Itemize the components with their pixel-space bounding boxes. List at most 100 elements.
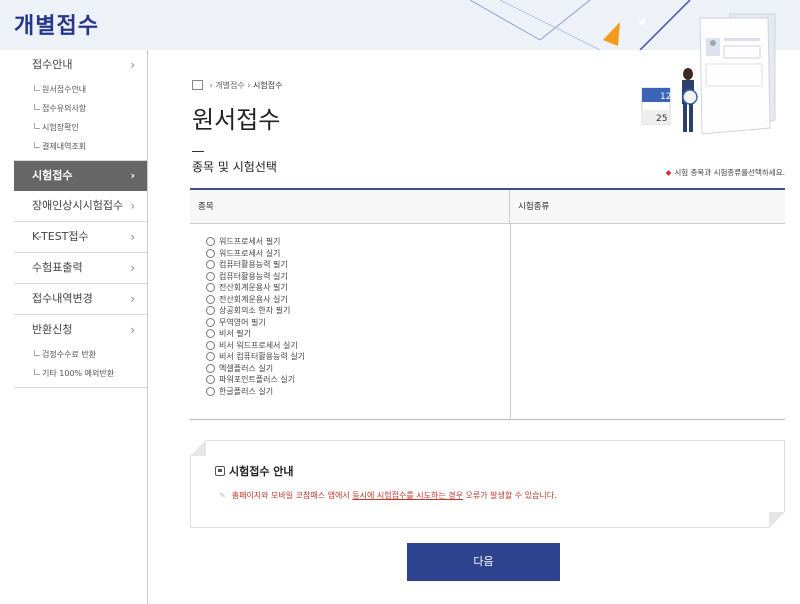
radio-button[interactable] [206,363,215,373]
sidebar-subitem-fee-refund[interactable]: 검정수수료 반환 [14,345,147,364]
radio-option[interactable]: 상공회의소 한자 필기 [206,305,305,317]
chevron-right-icon: › [130,292,135,306]
radio-button[interactable] [206,306,215,316]
chevron-right-icon: › [130,323,135,337]
radio-button[interactable] [206,340,215,350]
sidebar-subitem-test-site[interactable]: 시험장확인 [14,118,147,137]
radio-label: 컴퓨터활용능력 실기 [219,271,288,281]
document-illustration: 12 25 [630,10,800,150]
sidebar-subitem-payment-history[interactable]: 결제내역조회 [14,137,147,156]
next-button[interactable]: 다음 [407,543,560,581]
sidebar-section-refund: 반환신청 › 검정수수료 반환 기타 100% 예외반환 [14,315,147,388]
radio-label: 비서 컴퓨터활용능력 실기 [219,352,306,361]
radio-label: 비서 필기 [219,329,251,338]
chevron-right-icon: › [130,199,135,213]
chevron-right-icon: › [130,58,135,72]
sidebar-section-ticket: 수험표출력 › [14,253,147,284]
radio-option[interactable]: 전산회계운용사 필기 [206,282,305,294]
section-note-text: 시험 종목과 시험종류를선택하세요. [674,168,785,177]
notice-title-text: 시험접수 안내 [229,465,294,478]
radio-label: 전산회계운용사 실기 [219,294,288,304]
radio-button[interactable] [206,260,215,270]
notice-text-emphasis: 동시에 시험접수를 시도하는 경우 [352,491,463,500]
breadcrumb: › 개별접수 › 시험접수 [192,80,283,91]
radio-option[interactable]: 파워포인트플러스 실기 [206,374,305,386]
chevron-right-icon: › [130,230,135,244]
sidebar-section-change: 접수내역변경 › [14,284,147,315]
calendar-bottom-day: 25 [656,114,667,124]
diamond-bullet-icon: ◆ [665,168,672,177]
column-header-subject: 종목 [190,190,510,224]
radio-option[interactable]: 무역영어 필기 [206,317,305,329]
breadcrumb-current: 시험접수 [253,81,283,90]
radio-option[interactable]: 비서 컴퓨터활용능력 실기 [206,351,305,363]
radio-button[interactable] [206,294,215,304]
notice-box: 시험접수 안내 ✎ 홈페이지와 모바일 코참패스 앱에서 동시에 시험접수를 시도… [190,440,785,528]
radio-label: 비서 워드프로세서 실기 [219,340,298,350]
sidebar-subitem-application-guide[interactable]: 원서접수안내 [14,80,147,99]
radio-label: 전산회계운용사 필기 [219,283,288,292]
home-icon[interactable] [192,80,203,90]
page-header-title: 개별접수 [14,14,99,39]
sidebar-item-label: 접수안내 [32,58,73,71]
radio-option[interactable]: 워드프로세서 필기 [206,236,305,248]
column-header-exam-type: 시험종류 [510,190,785,224]
notice-text-part: 홈페이지와 모바일 코참패스 앱에서 [231,491,353,500]
notice-text: ✎ 홈페이지와 모바일 코참패스 앱에서 동시에 시험접수를 시도하는 경우 오류… [219,490,557,501]
sidebar: 접수안내 › 원서접수안내 접수유의사항 시험장확인 결제내역조회 시험접수 ›… [14,50,148,604]
monitor-icon [215,466,225,476]
sidebar-item-change-application[interactable]: 접수내역변경 › [14,284,147,314]
radio-option[interactable]: 엑셀플러스 실기 [206,363,305,375]
page-title: 원서접수 [192,106,281,134]
sidebar-item-label: 시험접수 [32,169,73,182]
radio-label: 상공회의소 한자 필기 [219,306,291,315]
radio-label: 워드프로세서 실기 [219,248,281,258]
subject-radio-list: 워드프로세서 필기 워드프로세서 실기 컴퓨터활용능력 필기 컴퓨터활용능력 실… [206,236,305,397]
radio-label: 워드프로세서 필기 [219,237,281,246]
radio-label: 엑셀플러스 실기 [219,363,274,373]
radio-label: 한글플러스 실기 [219,386,274,396]
sidebar-section-disabled: 장애인상시시험접수 › [14,191,147,222]
sidebar-item-refund[interactable]: 반환신청 › [14,315,147,345]
sidebar-item-label: 장애인상시시험접수 [32,199,124,212]
calendar-top-day: 12 [660,92,671,102]
radio-button[interactable] [206,352,215,362]
radio-button[interactable] [206,283,215,293]
sidebar-section-guide: 접수안내 › 원서접수안내 접수유의사항 시험장확인 결제내역조회 [14,50,147,161]
radio-button[interactable] [206,317,215,327]
notice-text-part: 오류가 발생할 수 있습니다. [462,491,557,500]
radio-button[interactable] [206,386,215,396]
exam-selection-table: 종목 시험종류 워드프로세서 필기 워드프로세서 실기 컴퓨터활용능력 필기 컴… [190,188,785,420]
radio-label: 컴퓨터활용능력 필기 [219,260,288,269]
pencil-icon: ✎ [219,491,226,500]
radio-label: 무역영어 필기 [219,317,266,327]
radio-option[interactable]: 컴퓨터활용능력 필기 [206,259,305,271]
radio-button[interactable] [206,375,215,385]
sidebar-item-exam-application[interactable]: 시험접수 › [14,161,147,191]
radio-button[interactable] [206,329,215,339]
column-divider [510,224,511,420]
breadcrumb-item[interactable]: 개별접수 [215,81,244,90]
sidebar-subitem-exception-refund[interactable]: 기타 100% 예외반환 [14,364,147,383]
notice-title: 시험접수 안내 [215,463,294,479]
radio-option[interactable]: 컴퓨터활용능력 실기 [206,271,305,283]
section-note: ◆ 시험 종목과 시험종류를선택하세요. [666,167,785,178]
radio-option[interactable]: 전산회계운용사 실기 [206,294,305,306]
sidebar-item-disabled-exam[interactable]: 장애인상시시험접수 › [14,191,147,221]
sidebar-item-ktest[interactable]: K-TEST접수 › [14,222,147,252]
radio-option[interactable]: 워드프로세서 실기 [206,248,305,260]
sidebar-item-reception-guide[interactable]: 접수안내 › [14,50,147,80]
sidebar-section-ktest: K-TEST접수 › [14,222,147,253]
radio-option[interactable]: 비서 워드프로세서 실기 [206,340,305,352]
radio-option[interactable]: 한글플러스 실기 [206,386,305,398]
radio-button[interactable] [206,237,215,247]
notice-corner-fold [190,440,206,456]
chevron-right-icon: › [130,261,135,275]
sidebar-subitem-cautions[interactable]: 접수유의사항 [14,99,147,118]
sidebar-item-print-ticket[interactable]: 수험표출력 › [14,253,147,283]
radio-button[interactable] [206,271,215,281]
radio-option[interactable]: 비서 필기 [206,328,305,340]
radio-label: 파워포인트플러스 실기 [219,375,296,384]
radio-button[interactable] [206,248,215,258]
sidebar-item-label: 수험표출력 [32,261,83,274]
